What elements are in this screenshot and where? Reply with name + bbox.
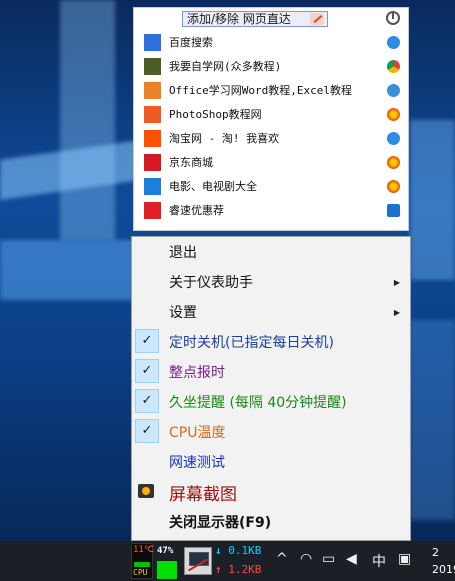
net-download-value: 0.1KB <box>228 544 262 557</box>
ps-icon <box>144 105 161 123</box>
quick-links-panel: 添加/移除 网页直达 百度搜索我要自学网(众多教程) Office学习网Word教… <box>133 7 409 231</box>
wallpaper-ray <box>0 240 140 300</box>
quick-link-row[interactable]: 我要自学网(众多教程) <box>134 54 408 78</box>
firefox-browser-icon[interactable] <box>387 155 400 169</box>
menu-item-label: 久坐提醒 (每隔 40分钟提醒) <box>169 395 347 411</box>
menu-item-label: 整点报时 <box>169 365 225 381</box>
submenu-arrow-icon: ▶ <box>393 277 400 287</box>
menu-item-label: 网速测试 <box>169 455 225 471</box>
cpu-temperature-widget[interactable]: 11℃ CPU <box>131 543 154 579</box>
up-arrow-icon: ↑ <box>215 563 222 576</box>
check-icon: ✓ <box>135 359 159 383</box>
menu-item[interactable]: ✓ CPU温度 <box>132 417 410 447</box>
memory-widget[interactable]: 47% <box>155 543 179 579</box>
edge-browser-icon[interactable] <box>387 203 400 217</box>
quick-link-label: 睿速优惠荐 <box>169 204 224 217</box>
menu-item-label: 设置 <box>169 305 197 321</box>
baidu-paw-icon <box>144 33 161 51</box>
context-menu: 退出关于仪表助手 ▶ 设置 ▶ ✓ 定时关机(已指定每日关机) ✓ 整点报时 ✓ 久坐提醒 (每隔… <box>131 236 411 541</box>
menu-item[interactable]: 网速测试 <box>132 447 410 477</box>
firefox-browser-icon[interactable] <box>387 107 400 121</box>
clock-date[interactable]: 2019 <box>432 563 455 576</box>
chrome-browser-icon[interactable] <box>387 59 400 73</box>
ime-indicator[interactable]: 中 <box>372 551 386 571</box>
quick-link-row[interactable]: 淘宝网 - 淘! 我喜欢 <box>134 126 408 150</box>
net-download-speed: ↓ 0.1KB <box>215 544 261 557</box>
net-upload-speed: ↑ 1.2KB <box>215 563 261 576</box>
quick-link-label: 电影、电视剧大全 <box>169 180 257 193</box>
memory-bar <box>157 561 177 579</box>
context-menu-list: 退出关于仪表助手 ▶ 设置 ▶ ✓ 定时关机(已指定每日关机) ✓ 整点报时 ✓ 久坐提醒 (每隔… <box>132 237 410 537</box>
menu-item[interactable]: ✓ 定时关机(已指定每日关机) <box>132 327 410 357</box>
quick-link-row[interactable]: PhotoShop教程网 <box>134 102 408 126</box>
ime-mode-icon[interactable]: ▣ <box>398 551 411 567</box>
quick-link-label: 京东商城 <box>169 156 213 169</box>
quick-link-row[interactable]: 百度搜索 <box>134 30 408 54</box>
menu-item-label: 屏幕截图 <box>169 484 237 505</box>
pencil-icon <box>310 13 324 25</box>
menu-item-label: 关闭显示器(F9) <box>169 515 272 531</box>
menu-item[interactable]: ✓ 久坐提醒 (每隔 40分钟提醒) <box>132 387 410 417</box>
quick-link-row[interactable]: 京东商城 <box>134 150 408 174</box>
quick-link-label: PhotoShop教程网 <box>169 108 262 121</box>
you-icon <box>144 201 161 219</box>
taskbar: 11℃ CPU 47% ↓ 0.1KB ↑ 1.2KB ^ ◠ ▭ ◀ 中 ▣ … <box>0 541 455 581</box>
menu-item[interactable]: 关闭显示器(F9) <box>132 507 410 537</box>
quick-link-row[interactable]: 睿速优惠荐 <box>134 198 408 222</box>
menu-item[interactable]: 退出 <box>132 237 410 267</box>
wallpaper-ray <box>410 320 455 520</box>
menu-item[interactable]: 关于仪表助手 ▶ <box>132 267 410 297</box>
menu-item[interactable]: 设置 ▶ <box>132 297 410 327</box>
wallpaper-ray <box>410 120 455 280</box>
menu-item[interactable]: ✓ 整点报时 <box>132 357 410 387</box>
ie-e-icon <box>144 177 161 195</box>
volume-icon[interactable]: ◀ <box>346 551 357 567</box>
chromium-browser-icon[interactable] <box>387 83 400 97</box>
menu-item-label: CPU温度 <box>169 425 226 441</box>
monitor-assistant-icon[interactable] <box>184 547 212 575</box>
cpu-bar <box>134 562 150 567</box>
cpu-temp-value: 11℃ <box>133 545 154 555</box>
menu-item-label: 关于仪表助手 <box>169 275 253 291</box>
check-icon: ✓ <box>135 389 159 413</box>
clock-time[interactable]: 2 <box>432 546 439 559</box>
net-upload-value: 1.2KB <box>228 563 262 576</box>
camera-icon <box>138 484 154 498</box>
jd-icon <box>144 153 161 171</box>
quick-links-header: 添加/移除 网页直达 <box>134 8 408 30</box>
quick-link-label: 淘宝网 - 淘! 我喜欢 <box>169 132 280 145</box>
quick-link-label: 百度搜索 <box>169 36 213 49</box>
menu-item-label: 定时关机(已指定每日关机) <box>169 335 334 351</box>
submenu-arrow-icon: ▶ <box>393 307 400 317</box>
quick-links-list: 百度搜索我要自学网(众多教程) Office学习网Word教程,Excel教程 Ph… <box>134 30 408 222</box>
wallpaper-ray <box>60 0 115 240</box>
check-icon: ✓ <box>135 419 159 443</box>
power-icon[interactable] <box>386 11 400 25</box>
menu-item[interactable]: 屏幕截图 <box>132 477 410 507</box>
taobao-icon <box>144 129 161 147</box>
menu-item-label: 退出 <box>169 245 197 261</box>
check-icon: ✓ <box>135 329 159 353</box>
quick-link-row[interactable]: 电影、电视剧大全 <box>134 174 408 198</box>
show-hidden-icons-chevron[interactable]: ^ <box>276 551 288 567</box>
quick-link-label: Office学习网Word教程,Excel教程 <box>169 84 352 97</box>
memory-percent: 47% <box>157 546 174 556</box>
firefox-browser-icon[interactable] <box>387 179 400 193</box>
cpu-label: CPU <box>133 568 148 577</box>
quick-link-label: 我要自学网(众多教程) <box>169 60 282 73</box>
office-squares-icon <box>144 81 161 99</box>
down-arrow-icon: ↓ <box>215 544 222 557</box>
ie-browser-icon[interactable] <box>387 35 400 49</box>
ie-browser-icon[interactable] <box>387 131 400 145</box>
checkmark-v-icon <box>144 57 161 75</box>
quick-link-row[interactable]: Office学习网Word教程,Excel教程 <box>134 78 408 102</box>
add-remove-links-button[interactable]: 添加/移除 网页直达 <box>182 11 328 27</box>
wifi-icon[interactable]: ◠ <box>300 551 312 567</box>
action-center-icon[interactable]: ▭ <box>322 551 335 567</box>
add-remove-links-label: 添加/移除 网页直达 <box>187 12 291 26</box>
